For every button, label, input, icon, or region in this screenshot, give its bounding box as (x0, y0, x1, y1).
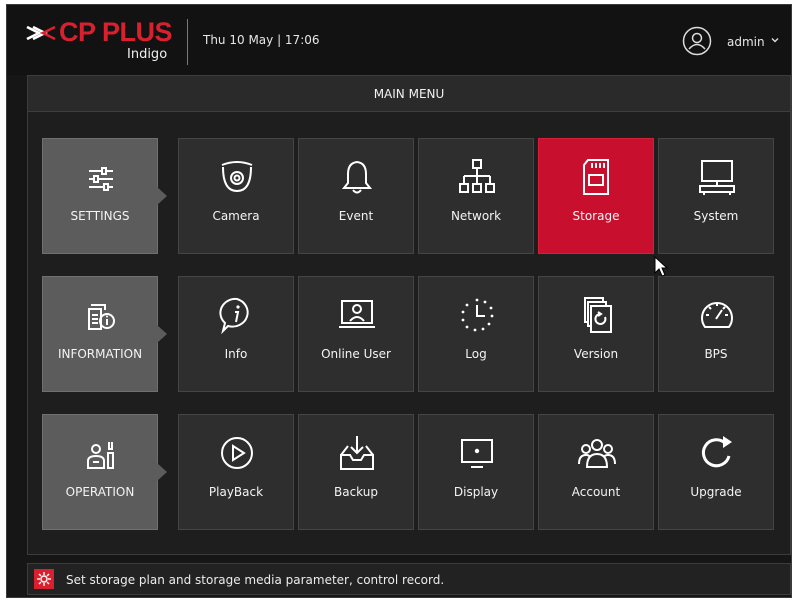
category-label: OPERATION (65, 485, 135, 499)
gauge-icon (701, 302, 733, 328)
tile-backup[interactable]: Backup (298, 414, 414, 530)
tile-display[interactable]: Display (418, 414, 534, 530)
tile-label: Network (450, 209, 502, 223)
category-operation[interactable]: OPERATION (42, 414, 167, 530)
tile-info[interactable]: Info (178, 276, 294, 392)
tile-storage[interactable]: Storage (538, 138, 654, 254)
sliders-icon (89, 167, 113, 191)
monitor-icon (699, 160, 735, 195)
brand-subtitle: Indigo (127, 47, 168, 62)
tile-upgrade[interactable]: Upgrade (658, 414, 774, 530)
account-group-icon (578, 439, 616, 468)
upgrade-icon (701, 436, 732, 468)
main-menu-panel: MAIN MENU SETTINGS Camera Event Network … (27, 75, 791, 555)
info-icon (219, 297, 249, 335)
tile-label: Storage (572, 209, 620, 223)
logo-mark-icon (26, 25, 56, 41)
tile-label: System (693, 209, 739, 223)
sd-card-icon (583, 159, 609, 195)
status-bar: Set storage plan and storage media param… (27, 563, 791, 595)
tile-camera[interactable]: Camera (178, 138, 294, 254)
tile-account[interactable]: Account (538, 414, 654, 530)
date-time: Thu 10 May | 17:06 (203, 33, 320, 47)
category-label: SETTINGS (70, 209, 130, 223)
tile-label: Version (573, 347, 619, 361)
gear-icon (37, 572, 51, 586)
tile-system[interactable]: System (658, 138, 774, 254)
tile-label: Log (465, 347, 487, 361)
network-icon (459, 159, 495, 193)
header-divider (187, 19, 188, 65)
display-icon (461, 439, 493, 468)
tile-version[interactable]: Version (538, 276, 654, 392)
online-user-icon (339, 300, 375, 328)
tile-label: BPS (704, 347, 728, 361)
tile-label: Account (571, 485, 621, 499)
category-label: INFORMATION (57, 347, 143, 361)
mouse-cursor-icon (654, 256, 669, 277)
tile-label: Event (338, 209, 374, 223)
tile-bps[interactable]: BPS (658, 276, 774, 392)
storage-settings-icon (34, 569, 54, 589)
info-docs-icon (88, 304, 115, 330)
bell-icon (341, 160, 373, 194)
username: admin (727, 35, 765, 49)
app-window: CP PLUS Indigo Thu 10 May | 17:06 admin … (6, 4, 792, 598)
backup-icon (340, 436, 374, 470)
tile-label: Backup (334, 485, 378, 499)
cp-plus-logo: CP PLUS Indigo (25, 15, 175, 67)
user-menu[interactable]: admin (682, 25, 787, 59)
version-icon (584, 297, 612, 333)
brand-name: CP PLUS (59, 17, 173, 47)
play-icon (221, 437, 253, 469)
top-bar: CP PLUS Indigo Thu 10 May | 17:06 admin (7, 5, 791, 75)
chevron-down-icon (771, 38, 779, 43)
user-circle-icon (682, 26, 712, 56)
maintenance-icon (87, 442, 114, 469)
log-clock-icon (461, 298, 494, 332)
status-message: Set storage plan and storage media param… (66, 573, 445, 587)
tile-network[interactable]: Network (418, 138, 534, 254)
tile-label: Camera (212, 209, 260, 223)
tile-online-user[interactable]: Online User (298, 276, 414, 392)
main-menu-title: MAIN MENU (28, 76, 790, 112)
tile-label: Online User (321, 347, 391, 361)
dome-camera-icon (221, 161, 253, 193)
tile-log[interactable]: Log (418, 276, 534, 392)
tile-label: Upgrade (690, 485, 742, 499)
category-settings[interactable]: SETTINGS (42, 138, 167, 254)
tile-label: PlayBack (208, 485, 264, 499)
category-information[interactable]: INFORMATION (42, 276, 167, 392)
tile-label: Info (224, 347, 248, 361)
tile-playback[interactable]: PlayBack (178, 414, 294, 530)
tile-event[interactable]: Event (298, 138, 414, 254)
tile-label: Display (453, 485, 499, 499)
